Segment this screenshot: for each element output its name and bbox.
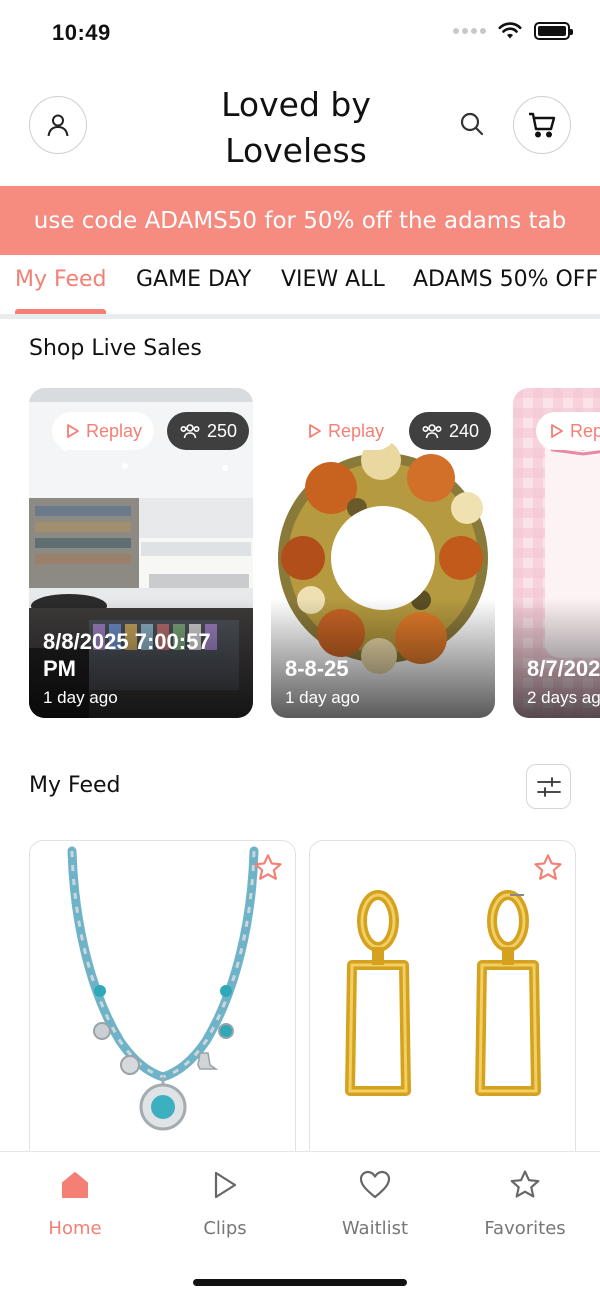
nav-home[interactable]: Home bbox=[15, 1166, 135, 1239]
play-icon bbox=[309, 424, 321, 438]
promo-banner[interactable]: use code ADAMS50 for 50% off the adams t… bbox=[0, 186, 600, 255]
cart-button[interactable] bbox=[513, 96, 571, 154]
user-icon bbox=[47, 114, 69, 137]
favorite-button[interactable] bbox=[531, 851, 565, 885]
sale-date: 8/7/2025 PM bbox=[527, 656, 600, 681]
product-card[interactable] bbox=[29, 840, 296, 1170]
home-icon bbox=[62, 1172, 88, 1198]
replay-button[interactable]: Replay bbox=[294, 412, 397, 450]
active-tab-indicator bbox=[15, 309, 106, 314]
bottom-nav: Home Clips Waitlist Favorites bbox=[0, 1151, 600, 1299]
live-sales-carousel[interactable]: Replay 250 8/8/2025 7:00:57 PM 1 day ago bbox=[0, 388, 600, 718]
live-sale-card[interactable]: Replay 8/7/2025 PM 2 days ago bbox=[513, 388, 600, 718]
replay-button[interactable]: Replay bbox=[536, 412, 600, 450]
nav-clips[interactable]: Clips bbox=[165, 1166, 285, 1239]
play-icon bbox=[551, 424, 563, 438]
filter-button[interactable] bbox=[526, 764, 571, 809]
tab-adams-50-off[interactable]: ADAMS 50% OFF bbox=[413, 267, 598, 292]
sale-relative-time: 1 day ago bbox=[43, 688, 118, 707]
star-icon bbox=[254, 854, 282, 880]
battery-icon bbox=[534, 22, 573, 40]
nav-clips-label: Clips bbox=[203, 1218, 247, 1239]
feed-title: My Feed bbox=[29, 773, 121, 798]
viewers-icon bbox=[422, 424, 442, 439]
tab-game-day[interactable]: GAME DAY bbox=[136, 267, 251, 292]
tab-view-all[interactable]: VIEW ALL bbox=[281, 267, 385, 292]
tab-my-feed[interactable]: My Feed bbox=[15, 267, 106, 292]
category-tabs: My Feed GAME DAY VIEW ALL ADAMS 50% OFF bbox=[0, 255, 600, 319]
nav-favorites[interactable]: Favorites bbox=[465, 1166, 585, 1239]
brand-line-2: Loveless bbox=[225, 131, 367, 170]
sale-relative-time: 1 day ago bbox=[285, 688, 360, 707]
turquoise-necklace-image bbox=[67, 846, 259, 1131]
brand-line-1: Loved by bbox=[221, 85, 371, 124]
home-indicator bbox=[193, 1279, 407, 1286]
heart-icon bbox=[359, 1170, 391, 1199]
replay-button[interactable]: Replay bbox=[52, 412, 155, 450]
play-icon bbox=[214, 1171, 237, 1199]
favorite-button[interactable] bbox=[251, 851, 285, 885]
live-sale-card[interactable]: Replay 250 8/8/2025 7:00:57 PM 1 day ago bbox=[29, 388, 253, 718]
gold-earrings-image bbox=[345, 890, 541, 1096]
wifi-icon bbox=[498, 22, 522, 39]
status-icons bbox=[453, 22, 573, 40]
sale-relative-time: 2 days ago bbox=[527, 688, 600, 707]
live-sale-card[interactable]: Replay 240 8-8-25 1 day ago bbox=[271, 388, 495, 718]
product-card[interactable] bbox=[309, 840, 576, 1170]
live-sales-title: Shop Live Sales bbox=[29, 336, 202, 361]
sale-date: 8/8/2025 7:00:57 PM bbox=[43, 629, 211, 681]
promo-text: use code ADAMS50 for 50% off the adams t… bbox=[33, 207, 567, 234]
star-icon bbox=[534, 854, 562, 880]
nav-waitlist[interactable]: Waitlist bbox=[315, 1166, 435, 1239]
signal-icon bbox=[453, 28, 486, 34]
brand-title: Loved by Loveless bbox=[200, 82, 392, 174]
play-icon bbox=[67, 424, 79, 438]
replay-label: Replay bbox=[570, 420, 600, 441]
viewer-count: 240 bbox=[449, 420, 480, 441]
replay-label: Replay bbox=[328, 420, 385, 441]
star-icon bbox=[510, 1170, 540, 1198]
sliders-icon bbox=[536, 776, 561, 797]
nav-favorites-label: Favorites bbox=[484, 1218, 566, 1239]
viewers-icon bbox=[180, 424, 200, 439]
replay-label: Replay bbox=[86, 420, 143, 441]
status-bar: 10:49 bbox=[0, 0, 600, 66]
search-button[interactable] bbox=[452, 104, 492, 144]
profile-button[interactable] bbox=[29, 96, 87, 154]
nav-home-label: Home bbox=[48, 1218, 102, 1239]
search-icon bbox=[460, 112, 484, 136]
viewer-count-badge: 240 bbox=[409, 412, 492, 450]
nav-waitlist-label: Waitlist bbox=[341, 1218, 409, 1239]
cart-icon bbox=[529, 112, 556, 138]
viewer-count-badge: 250 bbox=[167, 412, 250, 450]
status-time: 10:49 bbox=[52, 20, 111, 45]
viewer-count: 250 bbox=[207, 420, 238, 441]
app-header: Loved by Loveless bbox=[0, 80, 600, 180]
sale-date: 8-8-25 bbox=[285, 656, 349, 681]
